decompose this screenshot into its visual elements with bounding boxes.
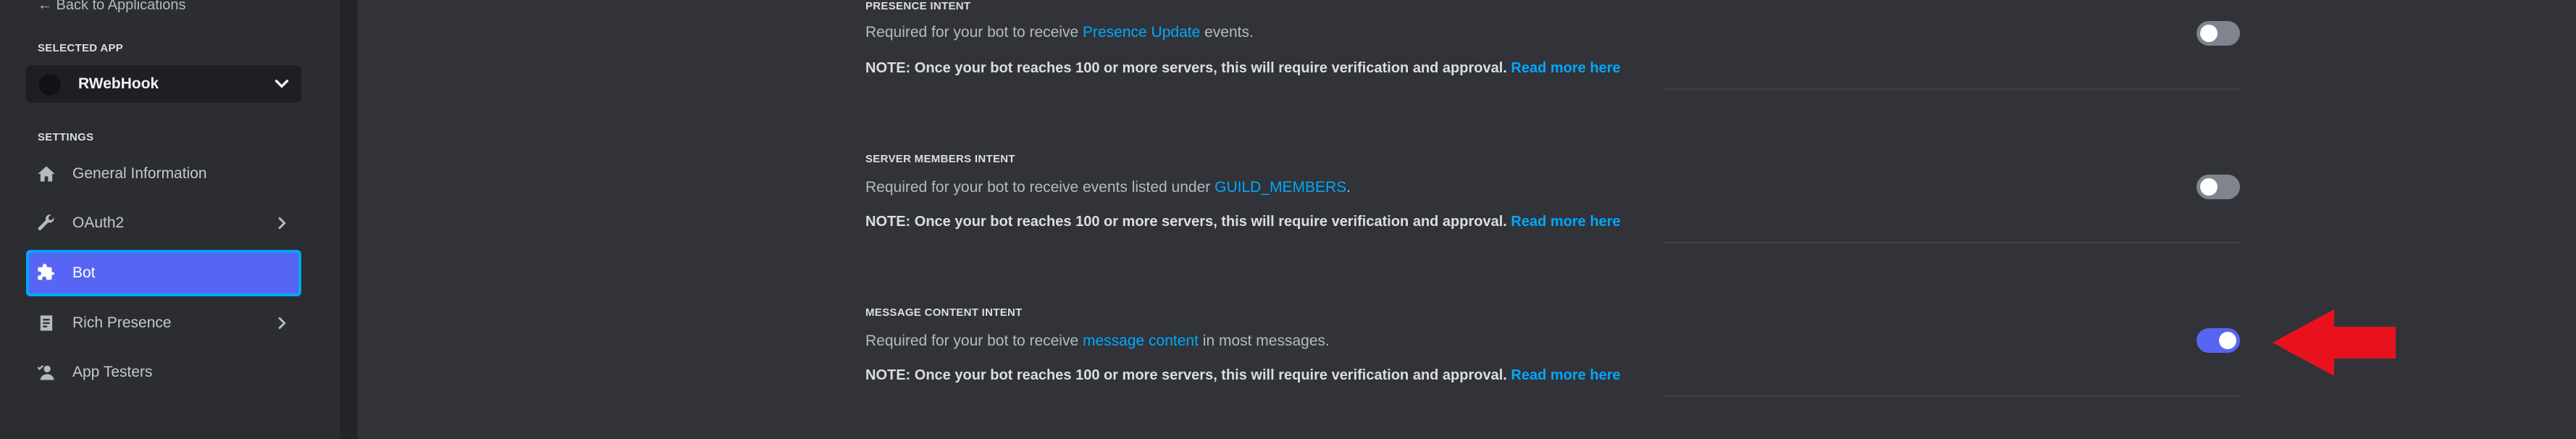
sidebar-item-label: OAuth2 (72, 214, 125, 231)
presence-intent-note: NOTE: Once your bot reaches 100 or more … (865, 60, 1621, 76)
divider (1664, 88, 2241, 90)
toggle-knob (2200, 25, 2218, 42)
read-more-link[interactable]: Read more here (1511, 214, 1620, 230)
message-content-link[interactable]: message content (1083, 333, 1199, 349)
red-arrow-icon (2273, 309, 2396, 376)
sidebar-item-label: App Testers (72, 364, 153, 380)
toggle-knob (2200, 178, 2218, 196)
presence-intent-title: PRESENCE INTENT (865, 0, 971, 12)
read-more-link[interactable]: Read more here (1511, 367, 1620, 383)
sidebar-item-oauth2[interactable]: OAuth2 (26, 202, 301, 244)
chevron-down-icon (274, 79, 289, 88)
chevron-right-icon (278, 217, 286, 230)
sidebar-item-rich-presence[interactable]: Rich Presence (26, 302, 301, 344)
server-members-intent-description: Required for your bot to receive events … (865, 179, 1351, 196)
message-content-intent-note: NOTE: Once your bot reaches 100 or more … (865, 367, 1621, 383)
back-to-applications-link[interactable]: ← Back to Applications (38, 0, 186, 14)
server-members-intent-note: NOTE: Once your bot reaches 100 or more … (865, 214, 1621, 230)
wrench-icon (38, 214, 54, 230)
server-members-intent-title: SERVER MEMBERS INTENT (865, 153, 1015, 165)
guild-members-link[interactable]: GUILD_MEMBERS (1214, 179, 1346, 196)
app-selector[interactable]: RWebHook (26, 65, 301, 103)
selected-app-label: SELECTED APP (38, 42, 124, 54)
sidebar-divider (340, 0, 358, 439)
presence-update-link[interactable]: Presence Update (1083, 24, 1200, 41)
sidebar-item-bot[interactable]: Bot (26, 250, 301, 296)
sidebar-item-label: General Information (72, 165, 207, 182)
message-content-intent-title: MESSAGE CONTENT INTENT (865, 306, 1023, 319)
sidebar-item-label: Bot (72, 264, 96, 281)
sidebar-item-app-testers[interactable]: App Testers (26, 351, 301, 393)
server-members-intent-toggle[interactable] (2197, 175, 2240, 199)
puzzle-icon (38, 264, 55, 280)
settings-label: SETTINGS (38, 131, 94, 143)
user-check-icon (37, 364, 54, 380)
divider (1664, 396, 2241, 397)
presence-intent-toggle[interactable] (2197, 21, 2240, 46)
read-more-link[interactable]: Read more here (1511, 60, 1620, 76)
app-avatar (39, 74, 61, 96)
sidebar-item-label: Rich Presence (72, 314, 172, 331)
chevron-right-icon (278, 317, 286, 330)
message-content-intent-toggle[interactable] (2197, 328, 2240, 353)
document-icon (40, 315, 53, 331)
divider (1664, 242, 2241, 243)
sidebar-item-general-information[interactable]: General Information (26, 153, 301, 195)
sidebar: ← Back to Applications SELECTED APP RWeb… (0, 0, 340, 439)
presence-intent-description: Required for your bot to receive Presenc… (865, 24, 1254, 41)
toggle-knob (2219, 332, 2236, 349)
message-content-intent-description: Required for your bot to receive message… (865, 333, 1330, 349)
app-name: RWebHook (78, 75, 159, 92)
home-icon (38, 166, 55, 182)
